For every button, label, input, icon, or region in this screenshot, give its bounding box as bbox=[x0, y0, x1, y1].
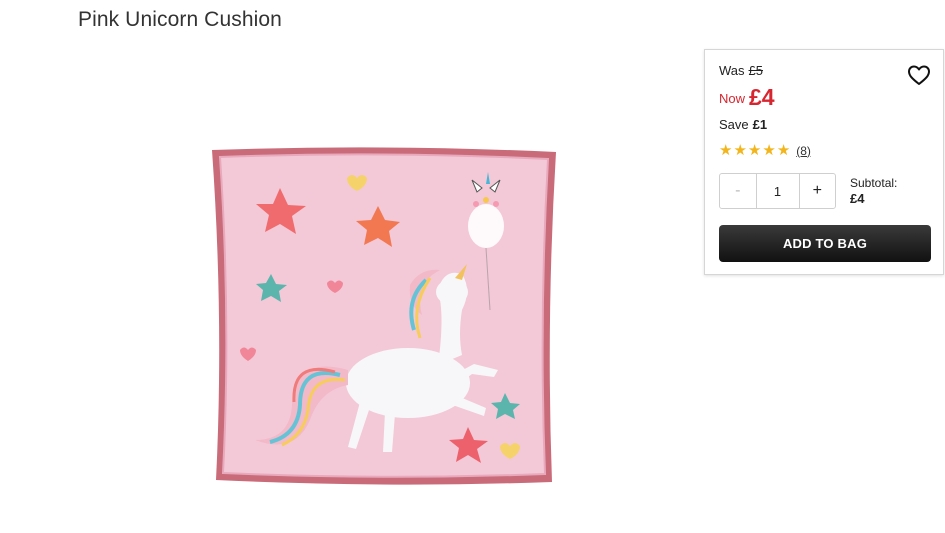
purchase-panel: Was£5 Now£4 Save£1 ★ ★ ★ ★ ★ (8) - + Sub… bbox=[704, 49, 944, 275]
subtotal-label: Subtotal: bbox=[850, 176, 898, 190]
save-label: Save bbox=[719, 117, 749, 132]
now-price: £4 bbox=[749, 84, 775, 110]
product-image bbox=[200, 140, 570, 500]
decrease-quantity-button[interactable]: - bbox=[720, 174, 757, 208]
now-price-row: Now £4 bbox=[719, 84, 775, 111]
quantity-stepper: - + bbox=[719, 173, 836, 209]
add-to-bag-button[interactable]: ADD TO BAG bbox=[719, 225, 931, 262]
star-icon: ★ bbox=[747, 142, 762, 159]
increase-quantity-button[interactable]: + bbox=[798, 174, 836, 208]
star-icon: ★ bbox=[762, 142, 776, 159]
star-icon: ★ bbox=[776, 142, 791, 159]
save-row: Save £1 bbox=[719, 117, 767, 132]
now-label: Now bbox=[719, 91, 746, 106]
wishlist-button[interactable] bbox=[907, 63, 931, 87]
cushion-illustration bbox=[212, 147, 556, 485]
save-amount: £1 bbox=[752, 117, 768, 132]
was-label: Was bbox=[719, 63, 745, 78]
was-price-row: Was £5 bbox=[719, 63, 763, 78]
rating-row: ★ ★ ★ ★ ★ (8) bbox=[719, 143, 811, 158]
review-count-link[interactable]: (8) bbox=[796, 144, 811, 158]
subtotal-value: £4 bbox=[850, 191, 865, 206]
product-title: Pink Unicorn Cushion bbox=[78, 8, 282, 31]
star-icon: ★ bbox=[719, 142, 733, 159]
heart-outline-icon bbox=[908, 65, 930, 85]
was-price: £5 bbox=[748, 63, 763, 78]
star-icon: ★ bbox=[733, 142, 747, 159]
quantity-input[interactable] bbox=[756, 174, 799, 208]
subtotal: Subtotal: £4 bbox=[850, 175, 897, 207]
